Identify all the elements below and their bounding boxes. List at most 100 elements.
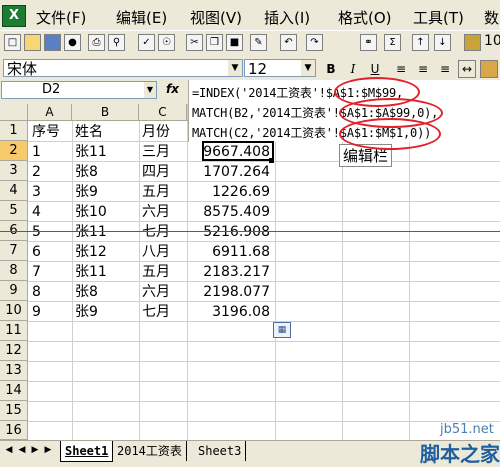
- cell-c6[interactable]: 七月: [142, 222, 170, 242]
- menu-view[interactable]: 视图(V): [190, 7, 242, 28]
- format-painter-icon[interactable]: ✎: [250, 34, 267, 51]
- cell-d9[interactable]: 2198.077: [202, 282, 270, 302]
- cell-b7[interactable]: 张12: [75, 242, 107, 262]
- cell-c8[interactable]: 五月: [142, 262, 170, 282]
- menu-file[interactable]: 文件(F): [36, 7, 86, 28]
- cell-c4[interactable]: 五月: [142, 182, 170, 202]
- column-header-b[interactable]: B: [72, 104, 139, 121]
- chevron-down-icon[interactable]: ▼: [301, 60, 315, 76]
- cell-c1[interactable]: 月份: [142, 122, 170, 142]
- auto-fill-options-icon[interactable]: ▦: [273, 322, 291, 338]
- row-header[interactable]: 5: [0, 201, 28, 221]
- cell-b4[interactable]: 张9: [75, 182, 98, 202]
- menu-insert[interactable]: 插入(I): [264, 7, 310, 28]
- row-header[interactable]: 8: [0, 261, 28, 281]
- sheet-tab-sheet1[interactable]: Sheet1: [60, 441, 114, 462]
- chevron-down-icon[interactable]: ▼: [144, 82, 156, 98]
- cell-c9[interactable]: 六月: [142, 282, 170, 302]
- research-icon[interactable]: ☉: [158, 34, 175, 51]
- cut-icon[interactable]: ✂: [186, 34, 203, 51]
- row-header[interactable]: 13: [0, 361, 28, 381]
- cell-c10[interactable]: 七月: [142, 302, 170, 322]
- insert-function-icon[interactable]: fx: [166, 82, 179, 96]
- sheet-tab-sheet3[interactable]: Sheet3: [194, 441, 247, 461]
- cell-c5[interactable]: 六月: [142, 202, 170, 222]
- font-name-select[interactable]: 宋体 ▼: [3, 59, 243, 78]
- undo-icon[interactable]: ↶: [280, 34, 297, 51]
- sort-descending-icon[interactable]: ↓: [434, 34, 451, 51]
- print-preview-icon[interactable]: ⚲: [108, 34, 125, 51]
- chevron-down-icon[interactable]: ▼: [228, 60, 242, 76]
- row-header[interactable]: 3: [0, 161, 28, 181]
- cell-b8[interactable]: 张11: [75, 262, 107, 282]
- cell-d10[interactable]: 3196.08: [202, 302, 270, 322]
- cell-b3[interactable]: 张8: [75, 162, 98, 182]
- chart-wizard-icon[interactable]: [464, 34, 481, 51]
- italic-button[interactable]: I: [344, 60, 362, 78]
- permission-icon[interactable]: ●: [64, 34, 81, 51]
- print-icon[interactable]: ⎙: [88, 34, 105, 51]
- cell-d3[interactable]: 1707.264: [202, 162, 270, 182]
- cell-d2[interactable]: 9667.408: [202, 142, 270, 162]
- menu-data[interactable]: 数: [484, 7, 499, 28]
- paste-icon[interactable]: ■: [226, 34, 243, 51]
- cell-a10[interactable]: 9: [32, 302, 41, 322]
- open-folder-icon[interactable]: [24, 34, 41, 51]
- cell-a2[interactable]: 1: [32, 142, 41, 162]
- row-header[interactable]: 16: [0, 421, 28, 440]
- cell-a7[interactable]: 6: [32, 242, 41, 262]
- cell-c3[interactable]: 四月: [142, 162, 170, 182]
- cell-b9[interactable]: 张8: [75, 282, 98, 302]
- font-size-select[interactable]: 12 ▼: [244, 59, 316, 78]
- cell-b5[interactable]: 张10: [75, 202, 107, 222]
- row-header[interactable]: 4: [0, 181, 28, 201]
- currency-style-icon[interactable]: [480, 60, 498, 78]
- column-header-c[interactable]: C: [139, 104, 187, 121]
- row-header[interactable]: 12: [0, 341, 28, 361]
- spelling-icon[interactable]: ✓: [138, 34, 155, 51]
- align-center-icon[interactable]: ≡: [414, 60, 432, 78]
- name-box[interactable]: D2 ▼: [1, 81, 157, 99]
- row-header[interactable]: 2: [0, 141, 28, 161]
- cell-c2[interactable]: 三月: [142, 142, 170, 162]
- cell-d7[interactable]: 6911.68: [202, 242, 270, 262]
- redo-icon[interactable]: ↷: [306, 34, 323, 51]
- cell-b1[interactable]: 姓名: [75, 122, 103, 142]
- row-header[interactable]: 7: [0, 241, 28, 261]
- cell-c7[interactable]: 八月: [142, 242, 170, 262]
- previous-sheet-icon[interactable]: ◀: [17, 445, 27, 455]
- column-header-a[interactable]: A: [28, 104, 72, 121]
- cell-d6[interactable]: 5216.908: [202, 222, 270, 242]
- cell-d5[interactable]: 8575.409: [202, 202, 270, 222]
- row-header[interactable]: 10: [0, 301, 28, 321]
- menu-tools[interactable]: 工具(T): [413, 7, 464, 28]
- select-all-corner[interactable]: [0, 104, 28, 121]
- cell-a3[interactable]: 2: [32, 162, 41, 182]
- next-sheet-icon[interactable]: ▶: [30, 445, 40, 455]
- underline-button[interactable]: U: [366, 60, 384, 78]
- row-header[interactable]: 1: [0, 121, 28, 141]
- cell-a8[interactable]: 7: [32, 262, 41, 282]
- new-document-icon[interactable]: □: [4, 34, 21, 51]
- sort-ascending-icon[interactable]: ↑: [412, 34, 429, 51]
- save-icon[interactable]: [44, 34, 61, 51]
- cell-a5[interactable]: 4: [32, 202, 41, 222]
- cell-a9[interactable]: 8: [32, 282, 41, 302]
- row-header[interactable]: 11: [0, 321, 28, 341]
- align-right-icon[interactable]: ≡: [436, 60, 454, 78]
- row-header[interactable]: 14: [0, 381, 28, 401]
- bold-button[interactable]: B: [322, 60, 340, 78]
- cell-a1[interactable]: 序号: [32, 122, 60, 142]
- hyperlink-icon[interactable]: ⚭: [360, 34, 377, 51]
- sheet-tab-salary-2014[interactable]: 2014工资表: [113, 441, 187, 461]
- cell-b2[interactable]: 张11: [75, 142, 107, 162]
- cell-a4[interactable]: 3: [32, 182, 41, 202]
- merge-center-icon[interactable]: ↔: [458, 60, 476, 78]
- excel-app-icon[interactable]: X: [2, 5, 26, 27]
- copy-icon[interactable]: ❐: [206, 34, 223, 51]
- first-sheet-icon[interactable]: ◀: [4, 445, 14, 455]
- cell-b10[interactable]: 张9: [75, 302, 98, 322]
- align-left-icon[interactable]: ≡: [392, 60, 410, 78]
- last-sheet-icon[interactable]: ▶: [43, 445, 53, 455]
- row-header[interactable]: 9: [0, 281, 28, 301]
